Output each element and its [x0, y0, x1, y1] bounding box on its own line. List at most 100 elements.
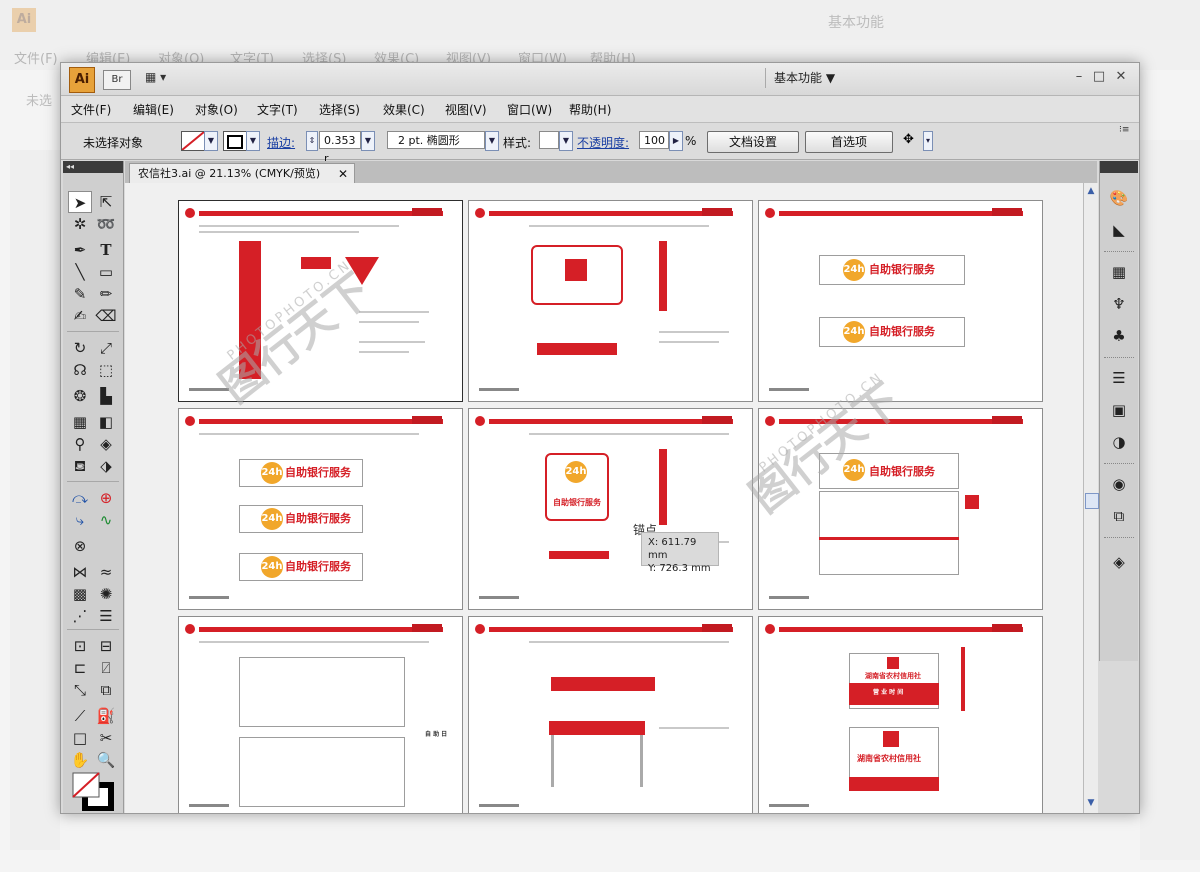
stroke-width-dropdown[interactable]: ▼ — [361, 131, 375, 151]
arrange-documents-button[interactable]: ▦ ▾ — [145, 70, 181, 88]
crystallize-tool-icon[interactable]: ✺ — [94, 583, 118, 605]
blob-brush-tool-icon[interactable]: ✍ — [68, 305, 92, 327]
line-tool-icon[interactable]: ╲ — [68, 261, 92, 283]
close-tab-icon[interactable]: ✕ — [338, 164, 348, 184]
scissors-tool-icon[interactable]: ✂ — [94, 727, 118, 749]
magic-wand-tool-icon[interactable]: ✲ — [68, 213, 92, 235]
reflect-tool-icon[interactable]: ⧉ — [94, 679, 118, 701]
reshape-tool-icon[interactable]: ⤷ — [68, 509, 92, 531]
transform-tool-icon[interactable]: ⤡ — [68, 679, 92, 701]
artboard-canvas[interactable]: 24h 自助银行服务 24h 自助银行服务 24h 自助银行服务 24h 自助银… — [125, 183, 1083, 813]
width-tool-icon[interactable]: ⤼ — [68, 487, 92, 509]
menu-view[interactable]: 视图(V) — [445, 101, 487, 118]
live-paint-selection-tool-icon[interactable]: ⬗ — [94, 455, 118, 477]
scatter-tool-icon[interactable]: ⋰ — [68, 605, 92, 627]
arrange-icon[interactable]: ✥ — [903, 132, 923, 150]
artboard-4[interactable]: 24h 自助银行服务 24h 自助银行服务 24h 自助银行服务 — [178, 408, 463, 610]
menu-object[interactable]: 对象(O) — [195, 101, 238, 118]
artboard-tool-icon[interactable]: ⊡ — [68, 635, 92, 657]
screen-mode-icon[interactable]: □ — [68, 727, 92, 749]
menu-help[interactable]: 帮助(H) — [569, 101, 611, 118]
menu-type[interactable]: 文字(T) — [257, 101, 298, 118]
bridge-button[interactable]: Br — [103, 70, 131, 90]
tools-collapse-icon[interactable]: ◂◂ — [63, 161, 123, 173]
brush-dropdown[interactable]: ▼ — [485, 131, 499, 151]
vertical-scrollbar[interactable]: ▲ ▼ — [1083, 183, 1099, 813]
color-panel-icon[interactable]: 🎨 — [1108, 187, 1130, 209]
measure-tool-icon[interactable]: ⟋ — [68, 705, 92, 727]
perspective-grid-tool-icon[interactable]: ⊗ — [68, 535, 92, 557]
paintbrush-tool-icon[interactable]: ✎ — [68, 283, 92, 305]
scroll-down-icon[interactable]: ▼ — [1085, 797, 1097, 809]
brush-field[interactable]: 2 pt. 椭圆形 — [387, 131, 485, 149]
stroke-width-field[interactable]: 0.353 r — [319, 131, 361, 165]
warp-tool-icon[interactable]: ☊ — [68, 359, 92, 381]
smooth-tool-icon[interactable]: ∿ — [94, 509, 118, 531]
stroke-panel-icon[interactable]: ☰ — [1108, 367, 1130, 389]
document-setup-button[interactable]: 文档设置 — [707, 131, 799, 153]
menu-window[interactable]: 窗口(W) — [507, 101, 552, 118]
stroke-dropdown[interactable]: ▼ — [246, 131, 260, 151]
close-window-button[interactable]: ✕ — [1113, 69, 1129, 84]
blend-tool-icon[interactable]: ◈ — [94, 433, 118, 455]
maximize-button[interactable]: □ — [1091, 69, 1107, 84]
panel-menu-icon[interactable]: ⁝≡ — [1119, 125, 1129, 135]
shape-builder-tool-icon[interactable]: ⊕ — [94, 487, 118, 509]
artboard-7[interactable]: 自 助 日 — [178, 616, 463, 813]
stroke-stepper[interactable]: ⇕ — [306, 131, 318, 151]
rotate-tool-icon[interactable]: ↻ — [68, 337, 92, 359]
minimize-button[interactable]: – — [1071, 69, 1087, 84]
artboard-3[interactable]: 24h 自助银行服务 24h 自助银行服务 — [758, 200, 1043, 402]
symbol-sprayer-tool-icon[interactable]: ❂ — [68, 385, 92, 407]
menu-edit[interactable]: 编辑(E) — [133, 101, 174, 118]
control-menu-dropdown[interactable]: ▾ — [923, 131, 933, 151]
symbols-panel-icon[interactable]: ♣ — [1108, 325, 1130, 347]
dock-collapse-icon[interactable] — [1100, 161, 1138, 173]
envelope-tool-icon[interactable]: ⋈ — [68, 561, 92, 583]
fill-dropdown[interactable]: ▼ — [204, 131, 218, 151]
live-paint-bucket-tool-icon[interactable]: ⛾ — [68, 455, 92, 477]
crop-tool-icon[interactable]: ⊏ — [68, 657, 92, 679]
type-tool-icon[interactable]: T — [94, 239, 118, 261]
swatches-panel-icon[interactable]: ▦ — [1108, 261, 1130, 283]
brushes-panel-icon[interactable]: ♆ — [1108, 293, 1130, 315]
direct-selection-tool-icon[interactable]: ⇱ — [94, 191, 118, 213]
pencil-tool-icon[interactable]: ✏ — [94, 283, 118, 305]
fill-stroke-swatches[interactable] — [71, 771, 115, 812]
artboard-5[interactable]: 24h 自助银行服务 — [468, 408, 753, 610]
layers-panel-icon[interactable]: ◈ — [1108, 551, 1130, 573]
eyedropper-tool-icon[interactable]: ⚲ — [68, 433, 92, 455]
transparency-panel-icon[interactable]: ◑ — [1108, 431, 1130, 453]
zoom-tool-icon[interactable]: 🔍 — [94, 749, 118, 771]
wave-tool-icon[interactable]: ≈ — [94, 561, 118, 583]
menu-file[interactable]: 文件(F) — [71, 101, 111, 118]
appearance-panel-icon[interactable]: ◉ — [1108, 473, 1130, 495]
rectangle-tool-icon[interactable]: ▭ — [94, 261, 118, 283]
paint-bucket-tool-icon[interactable]: ⛽ — [94, 705, 118, 727]
workspace-switcher[interactable]: 基本功能 ▼ — [765, 68, 864, 88]
lasso-tool-icon[interactable]: ➿ — [94, 213, 118, 235]
fill-swatch[interactable] — [181, 131, 205, 151]
preferences-button[interactable]: 首选项 — [805, 131, 893, 153]
scale-tool-icon[interactable]: ⤢ — [94, 337, 118, 359]
knife-tool-icon[interactable]: ⍁ — [94, 657, 118, 679]
opacity-field[interactable]: 100 — [639, 131, 669, 149]
artboard-8[interactable] — [468, 616, 753, 813]
color-guide-icon[interactable]: ◣ — [1108, 219, 1130, 241]
scroll-thumb[interactable] — [1085, 493, 1099, 509]
gradient-tool-icon[interactable]: ◧ — [94, 411, 118, 433]
align-tool-icon[interactable]: ☰ — [94, 605, 118, 627]
style-swatch[interactable] — [539, 131, 559, 149]
mesh-tool-icon[interactable]: ▦ — [68, 411, 92, 433]
artboard-2[interactable] — [468, 200, 753, 402]
grid-tool-icon[interactable]: ▩ — [68, 583, 92, 605]
menu-select[interactable]: 选择(S) — [319, 101, 360, 118]
style-dropdown[interactable]: ▼ — [559, 131, 573, 151]
document-tab[interactable]: 农信社3.ai @ 21.13% (CMYK/预览) ✕ — [129, 163, 355, 183]
free-transform-tool-icon[interactable]: ⬚ — [94, 359, 118, 381]
hand-tool-icon[interactable]: ✋ — [68, 749, 92, 771]
artboard-9[interactable]: 湖南省农村信用社 营 业 时 间 湖南省农村信用社 — [758, 616, 1043, 813]
menu-effect[interactable]: 效果(C) — [383, 101, 425, 118]
opacity-dropdown[interactable]: ▶ — [669, 131, 683, 151]
opacity-label[interactable]: 不透明度: — [577, 134, 629, 151]
